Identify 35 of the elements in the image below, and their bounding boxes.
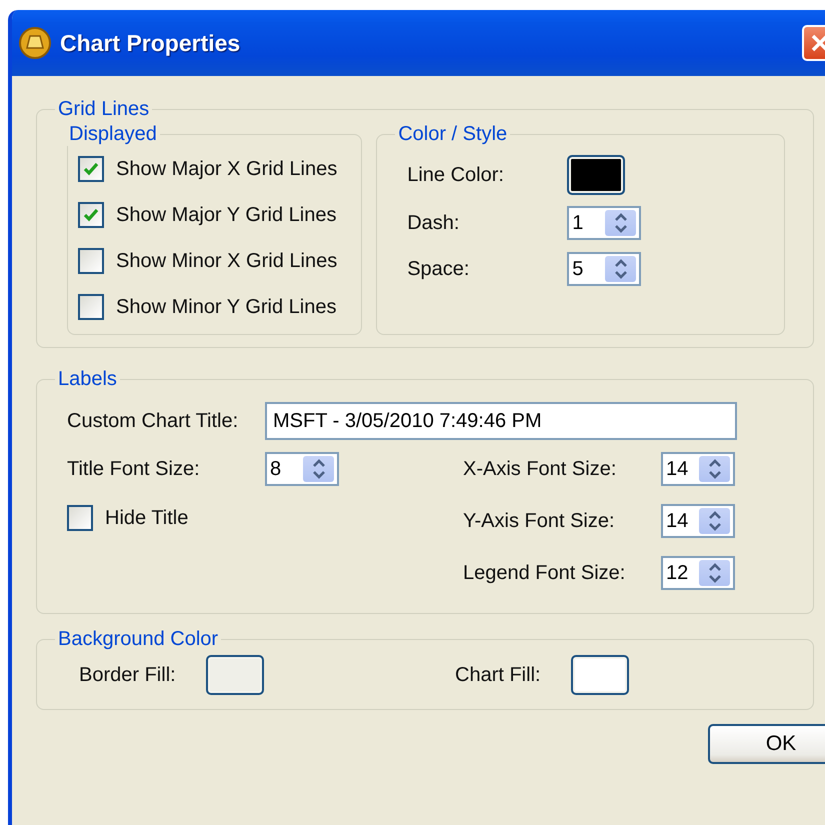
- field-label: Legend Font Size:: [463, 562, 626, 584]
- window-title: Chart Properties: [60, 30, 242, 56]
- group-title: Displayed: [68, 123, 158, 146]
- group-title: Grid Lines: [57, 98, 150, 121]
- field-label: X-Axis Font Size:: [463, 458, 618, 480]
- checkbox-label: Show Minor X Grid Lines: [116, 250, 338, 272]
- checkbox-label: Show Minor Y Grid Lines: [116, 296, 336, 318]
- color-swatch-button[interactable]: [567, 155, 626, 195]
- ok-button[interactable]: OK: [708, 724, 825, 764]
- field-label: Line Color:: [407, 164, 505, 186]
- group-title: Background Color: [57, 628, 220, 651]
- field-label: Title Font Size:: [67, 458, 201, 480]
- color-swatch-button[interactable]: [570, 655, 629, 695]
- checkbox-label: Show Major Y Grid Lines: [116, 204, 336, 226]
- checkbox[interactable]: [78, 248, 104, 274]
- field-label: Space:: [407, 258, 470, 280]
- check-icon: [83, 208, 99, 222]
- checkbox-label: Hide Title: [105, 506, 188, 530]
- field-label: Border Fill:: [79, 664, 176, 686]
- text-field[interactable]: MSFT - 3/05/2010 7:49:46 PM: [265, 402, 737, 440]
- close-icon: [810, 33, 825, 53]
- checkbox[interactable]: [67, 505, 93, 531]
- field-label: Dash:: [407, 212, 460, 234]
- check-icon: [83, 162, 99, 176]
- color-swatch-button[interactable]: [206, 655, 264, 695]
- checkbox[interactable]: [78, 202, 104, 228]
- group-title: Labels: [57, 368, 118, 391]
- group-title: Color / Style: [397, 123, 508, 146]
- checkbox-label: Show Major X Grid Lines: [116, 158, 338, 180]
- field-label: Y-Axis Font Size:: [463, 510, 616, 532]
- checkbox[interactable]: [78, 294, 104, 320]
- field-label: Custom Chart Title:: [67, 410, 240, 432]
- app-icon: [18, 26, 52, 60]
- checkbox[interactable]: [78, 156, 104, 182]
- field-label: Chart Fill:: [455, 664, 541, 686]
